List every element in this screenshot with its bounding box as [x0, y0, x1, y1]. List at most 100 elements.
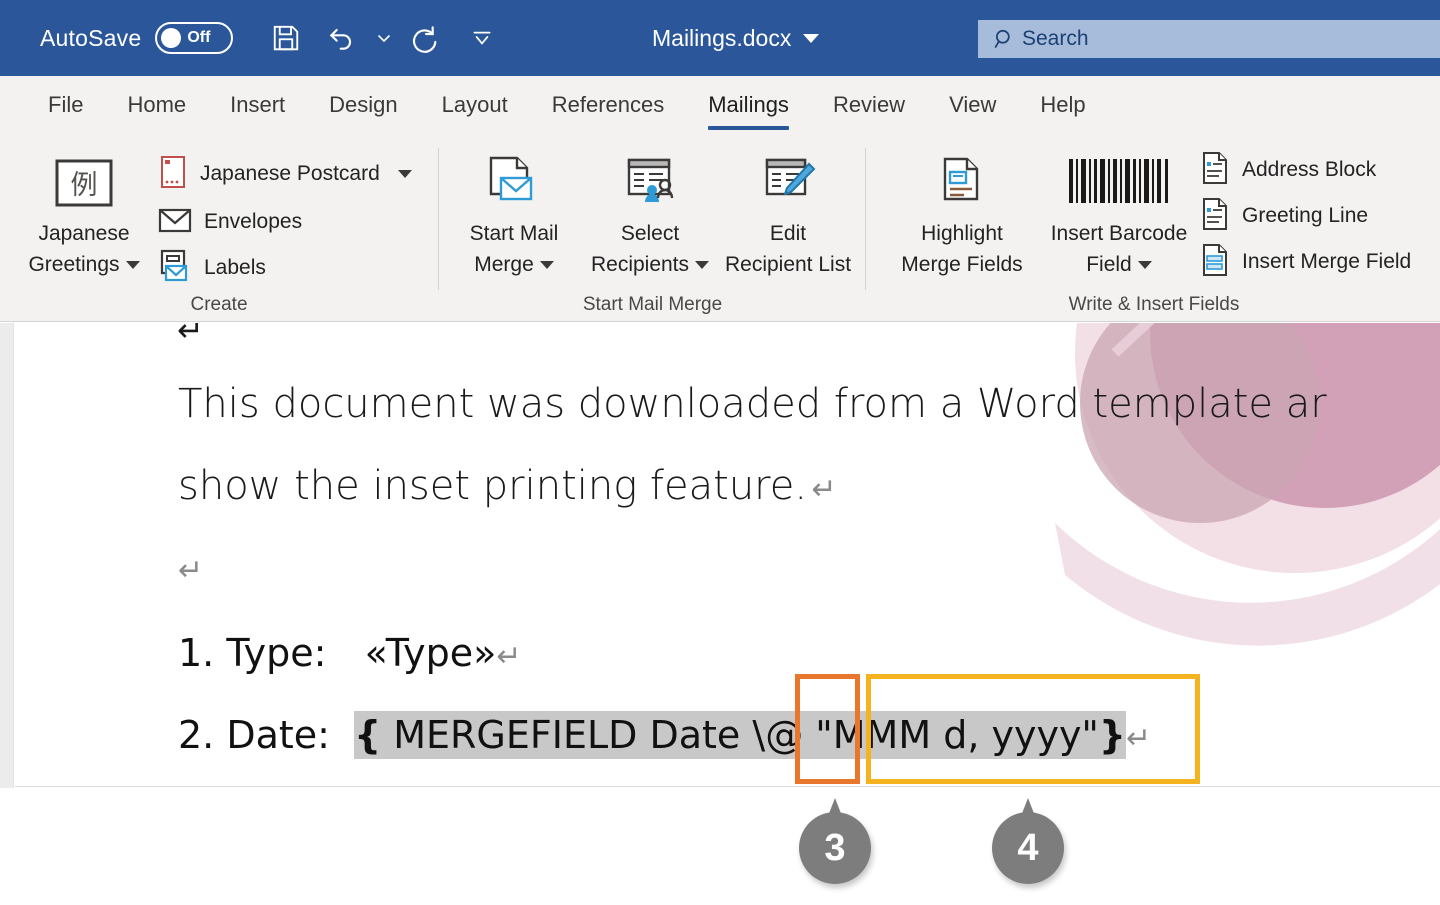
callout-badge-3: 3 [799, 798, 871, 884]
document-title-area[interactable]: Mailings.docx [652, 0, 820, 76]
ribbon: 例 Japanese Greetings Japanese Postcard E… [0, 134, 1440, 322]
ribbon-tabs: File Home Insert Design Layout Reference… [0, 76, 1440, 134]
label-line2: Merge Fields [901, 253, 1023, 276]
japanese-postcard-button[interactable]: Japanese Postcard [158, 154, 412, 194]
tab-file[interactable]: File [26, 76, 105, 134]
document-title: Mailings.docx [652, 24, 792, 51]
tab-label: View [949, 92, 997, 117]
empty-paragraph-mark: ↵ [178, 553, 204, 588]
start-mail-merge-button[interactable]: Start Mail Merge [440, 146, 588, 280]
chevron-down-icon[interactable] [1137, 261, 1152, 270]
field-open-brace: { [354, 713, 382, 757]
insert-merge-field-icon [1200, 243, 1230, 282]
callout-number: 3 [824, 826, 846, 869]
search-input[interactable]: Search [978, 20, 1440, 58]
paragraph-mark: ↵ [811, 472, 837, 507]
tab-design[interactable]: Design [307, 76, 419, 134]
address-block-label: Address Block [1242, 158, 1377, 181]
insert-barcode-field-button[interactable]: Insert Barcode Field [1024, 146, 1214, 280]
annotation-box-format [866, 674, 1200, 784]
select-recipients-icon [619, 146, 681, 212]
greeting-line-label: Greeting Line [1242, 204, 1369, 227]
envelopes-button[interactable]: Envelopes [158, 202, 302, 242]
tab-label: File [48, 92, 84, 117]
undo-icon[interactable] [315, 11, 369, 65]
address-block-icon [1200, 151, 1230, 190]
japanese-greetings-button[interactable]: 例 Japanese Greetings [8, 146, 160, 280]
group-label-start-mail-merge: Start Mail Merge [582, 294, 723, 315]
highlight-merge-fields-label: Highlight Merge Fields [901, 218, 1022, 280]
chevron-down-icon[interactable] [397, 170, 412, 178]
labels-label: Labels [204, 256, 266, 279]
tab-label: Help [1040, 92, 1086, 117]
address-block-button[interactable]: Address Block [1200, 150, 1376, 190]
tab-help[interactable]: Help [1018, 76, 1107, 134]
insert-merge-field-label: Insert Merge Field [1242, 250, 1412, 273]
group-separator [865, 148, 866, 290]
svg-text:例: 例 [71, 170, 98, 201]
toggle-knob [161, 28, 182, 48]
tab-review[interactable]: Review [811, 76, 927, 134]
label-line2: Recipient List [724, 253, 852, 276]
search-placeholder: Search [1022, 27, 1089, 50]
list-item-1[interactable]: 1. Type: «Type»↵ [178, 631, 521, 675]
document-paragraph-line-2: show the inset printing feature. [178, 463, 808, 509]
label-line1: Japanese [38, 222, 130, 245]
insert-barcode-field-icon [1066, 146, 1172, 212]
paragraph-mark: ↵ [496, 639, 522, 674]
label-line1: Start Mail [469, 222, 559, 245]
insert-merge-field-button[interactable]: Insert Merge Field [1200, 242, 1411, 282]
tab-view[interactable]: View [927, 76, 1018, 134]
list-label: Date: [226, 713, 330, 757]
document-page[interactable]: ↵ This document was downloaded from a Wo… [15, 323, 1440, 787]
highlight-merge-fields-icon [933, 146, 991, 212]
tab-layout[interactable]: Layout [420, 76, 530, 134]
labels-button[interactable]: Labels [158, 248, 266, 288]
greeting-line-button[interactable]: Greeting Line [1200, 196, 1368, 236]
labels-icon [158, 249, 192, 288]
save-icon[interactable] [259, 11, 313, 65]
edit-recipient-list-label: Edit Recipient List [725, 218, 851, 280]
tab-label: Review [832, 92, 906, 117]
customize-qat-icon[interactable] [455, 11, 509, 65]
chevron-down-icon[interactable] [125, 261, 140, 270]
tab-references[interactable]: References [530, 76, 687, 134]
group-label-create: Create [190, 294, 248, 315]
tab-insert[interactable]: Insert [208, 76, 307, 134]
japanese-greetings-icon: 例 [53, 146, 115, 212]
tab-mailings[interactable]: Mailings [686, 76, 811, 134]
select-recipients-button[interactable]: Select Recipients [570, 146, 730, 280]
autosave-toggle[interactable]: Off [155, 22, 234, 54]
label-line2: Field [1086, 253, 1132, 276]
tab-label: Home [127, 92, 187, 117]
highlight-merge-fields-button[interactable]: Highlight Merge Fields [882, 146, 1042, 280]
envelopes-label: Envelopes [204, 210, 303, 233]
label-line1: Highlight [921, 222, 1003, 245]
autosave-state-label: Off [187, 29, 211, 46]
tab-home[interactable]: Home [105, 76, 208, 134]
label-line1: Edit [769, 222, 807, 245]
annotation-box-switch [795, 674, 860, 784]
japanese-postcard-icon [158, 155, 188, 194]
list-number: 1. [178, 631, 215, 675]
document-left-margin [0, 323, 14, 788]
chevron-down-icon[interactable] [803, 33, 820, 43]
edit-recipient-list-button[interactable]: Edit Recipient List [708, 146, 868, 280]
tab-label: Insert [230, 92, 286, 117]
chevron-down-icon[interactable] [695, 261, 710, 270]
undo-dropdown-icon[interactable] [371, 11, 397, 65]
callout-number: 4 [1017, 826, 1039, 869]
start-mail-merge-icon [483, 146, 545, 212]
document-paragraph-line-1: This document was downloaded from a Word… [178, 381, 1327, 427]
chevron-down-icon[interactable] [539, 261, 554, 270]
envelope-icon [158, 206, 192, 239]
redo-icon[interactable] [399, 11, 453, 65]
paragraph-mark-top: ↵ [177, 323, 204, 349]
tab-label: References [551, 92, 665, 117]
document-area[interactable]: ↵ This document was downloaded from a Wo… [0, 323, 1440, 788]
edit-recipient-list-icon [757, 146, 819, 212]
tab-label: Layout [441, 92, 508, 117]
group-separator [438, 148, 439, 290]
ribbon-group-start-mail-merge: Start Mail Merge Select Recipients Edit … [440, 134, 865, 322]
insert-barcode-field-label: Insert Barcode Field [1051, 218, 1188, 280]
